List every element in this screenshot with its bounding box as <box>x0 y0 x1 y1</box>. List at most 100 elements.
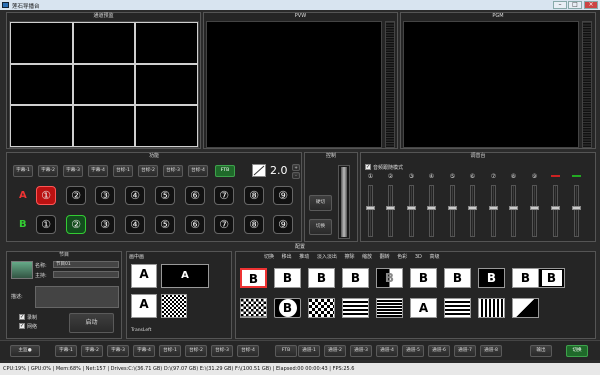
transition-thumb-8[interactable]: B <box>478 268 505 288</box>
pvw-source-4-button[interactable]: ④ <box>125 215 145 234</box>
bottom-caption-2-button[interactable]: 字幕-2 <box>81 345 103 357</box>
bottom-logo-2-button[interactable]: 台标-2 <box>185 345 207 357</box>
pvw-source-5-button[interactable]: ⑤ <box>155 215 175 234</box>
transition-thumb-19[interactable] <box>512 298 539 318</box>
logo-1-button[interactable]: 台标-1 <box>113 165 133 177</box>
bottom-caption-1-button[interactable]: 字幕-1 <box>55 345 77 357</box>
bottom-caption-4-button[interactable]: 字幕-4 <box>133 345 155 357</box>
fader-7[interactable] <box>489 185 498 237</box>
pgm-source-3-button[interactable]: ③ <box>95 186 115 205</box>
pip-layout-3[interactable]: A <box>131 294 157 318</box>
bottom-channel-8-button[interactable]: 通道-8 <box>480 345 502 357</box>
pvw-source-2-button[interactable]: ② <box>66 215 86 234</box>
transition-thumb-16[interactable]: A <box>410 298 437 318</box>
transition-thumb-13[interactable] <box>308 298 335 318</box>
bottom-logo-4-button[interactable]: 台标-4 <box>237 345 259 357</box>
fader-1[interactable] <box>366 185 375 237</box>
fader-3[interactable] <box>407 185 416 237</box>
fader-master-l[interactable] <box>551 185 560 237</box>
audio-follow-checkbox[interactable]: ✓ <box>365 164 371 170</box>
transition-thumb-18[interactable] <box>478 298 505 318</box>
bottom-channel-5-button[interactable]: 通道-5 <box>402 345 424 357</box>
bottom-logo-1-button[interactable]: 台标-1 <box>159 345 181 357</box>
logo-2-button[interactable]: 台标-2 <box>138 165 158 177</box>
stream-checkbox[interactable]: ✓ <box>19 323 25 329</box>
bottom-channel-6-button[interactable]: 通道-6 <box>428 345 450 357</box>
tab-3d[interactable]: 3D <box>415 254 422 260</box>
fader-9[interactable] <box>530 185 539 237</box>
transition-thumb-14[interactable] <box>342 298 369 318</box>
program-name-input[interactable]: 节目01 <box>53 261 119 268</box>
transition-thumb-1[interactable]: B <box>240 268 267 288</box>
fader-2[interactable] <box>386 185 395 237</box>
pgm-source-4-button[interactable]: ④ <box>125 186 145 205</box>
minimize-button[interactable]: – <box>553 1 567 9</box>
tab-wipe[interactable]: 擦除 <box>344 254 354 260</box>
pip-layout-1[interactable]: A <box>131 264 157 288</box>
pvw-source-3-button[interactable]: ③ <box>95 215 115 234</box>
switch-button[interactable]: 切换 <box>566 345 588 357</box>
bottom-caption-3-button[interactable]: 字幕-3 <box>107 345 129 357</box>
bottom-channel-2-button[interactable]: 通道-2 <box>324 345 346 357</box>
multiview-screen[interactable] <box>9 21 199 148</box>
pgm-source-6-button[interactable]: ⑥ <box>185 186 205 205</box>
transition-thumb-9[interactable]: B <box>512 268 539 288</box>
transition-thumb-6[interactable]: B <box>410 268 437 288</box>
pgm-source-8-button[interactable]: ⑧ <box>244 186 264 205</box>
take-button[interactable]: 硬切 <box>309 195 332 211</box>
program-host-input[interactable] <box>53 271 119 278</box>
pvw-source-1-button[interactable]: ① <box>36 215 56 234</box>
bottom-channel-7-button[interactable]: 通道-7 <box>454 345 476 357</box>
pip-layout-2[interactable]: A <box>161 264 209 288</box>
caption-1-button[interactable]: 字幕-1 <box>13 165 33 177</box>
maximize-button[interactable]: □ <box>568 1 582 9</box>
pvw-source-6-button[interactable]: ⑥ <box>185 215 205 234</box>
caption-3-button[interactable]: 字幕-3 <box>63 165 83 177</box>
main-monitor-dropdown[interactable]: 主监● <box>10 345 40 357</box>
logo-4-button[interactable]: 台标-4 <box>188 165 208 177</box>
caption-4-button[interactable]: 字幕-4 <box>88 165 108 177</box>
transition-curve-icon[interactable] <box>252 164 266 177</box>
fader-8[interactable] <box>509 185 518 237</box>
tab-fade[interactable]: 淡入淡出 <box>317 254 337 260</box>
duration-up-button[interactable]: + <box>292 164 300 171</box>
tab-push[interactable]: 推动 <box>299 254 309 260</box>
pgm-source-5-button[interactable]: ⑤ <box>155 186 175 205</box>
bottom-logo-3-button[interactable]: 台标-3 <box>211 345 233 357</box>
close-button[interactable]: × <box>584 1 598 9</box>
fader-6[interactable] <box>468 185 477 237</box>
pvw-screen[interactable] <box>206 21 382 148</box>
tab-advanced[interactable]: 高级 <box>430 254 440 260</box>
tab-zoom[interactable]: 缩放 <box>362 254 372 260</box>
start-button[interactable]: 启动 <box>69 313 114 333</box>
transition-thumb-2[interactable]: B <box>274 268 301 288</box>
pgm-screen[interactable] <box>403 21 579 148</box>
bottom-channel-1-button[interactable]: 通道-1 <box>298 345 320 357</box>
program-desc-input[interactable] <box>35 286 119 308</box>
bottom-channel-3-button[interactable]: 通道-3 <box>350 345 372 357</box>
tab-move-out[interactable]: 移出 <box>282 254 292 260</box>
record-checkbox[interactable]: ✓ <box>19 314 25 320</box>
transition-thumb-5[interactable]: B <box>376 268 403 288</box>
ftb-button[interactable]: FTB <box>215 165 235 177</box>
logo-3-button[interactable]: 台标-3 <box>163 165 183 177</box>
caption-2-button[interactable]: 字幕-2 <box>38 165 58 177</box>
tab-cut[interactable]: 切换 <box>264 254 274 260</box>
transition-thumb-7[interactable]: B <box>444 268 471 288</box>
pgm-source-2-button[interactable]: ② <box>66 186 86 205</box>
transition-thumb-15[interactable] <box>376 298 403 318</box>
pgm-source-1-button[interactable]: ① <box>36 186 56 205</box>
pip-layout-4[interactable] <box>161 294 187 318</box>
fader-master-r[interactable] <box>572 185 581 237</box>
bottom-channel-4-button[interactable]: 通道-4 <box>376 345 398 357</box>
transition-thumb-3[interactable]: B <box>308 268 335 288</box>
pvw-source-8-button[interactable]: ⑧ <box>244 215 264 234</box>
pgm-source-7-button[interactable]: ⑦ <box>214 186 234 205</box>
duration-down-button[interactable]: - <box>292 172 300 179</box>
fader-4[interactable] <box>427 185 436 237</box>
transition-thumb-11[interactable] <box>240 298 267 318</box>
bottom-ftb-button[interactable]: FTB <box>275 345 297 357</box>
t-bar-slider[interactable] <box>341 167 347 237</box>
tab-flip[interactable]: 翻转 <box>380 254 390 260</box>
transition-thumb-10[interactable]: B <box>538 268 565 288</box>
